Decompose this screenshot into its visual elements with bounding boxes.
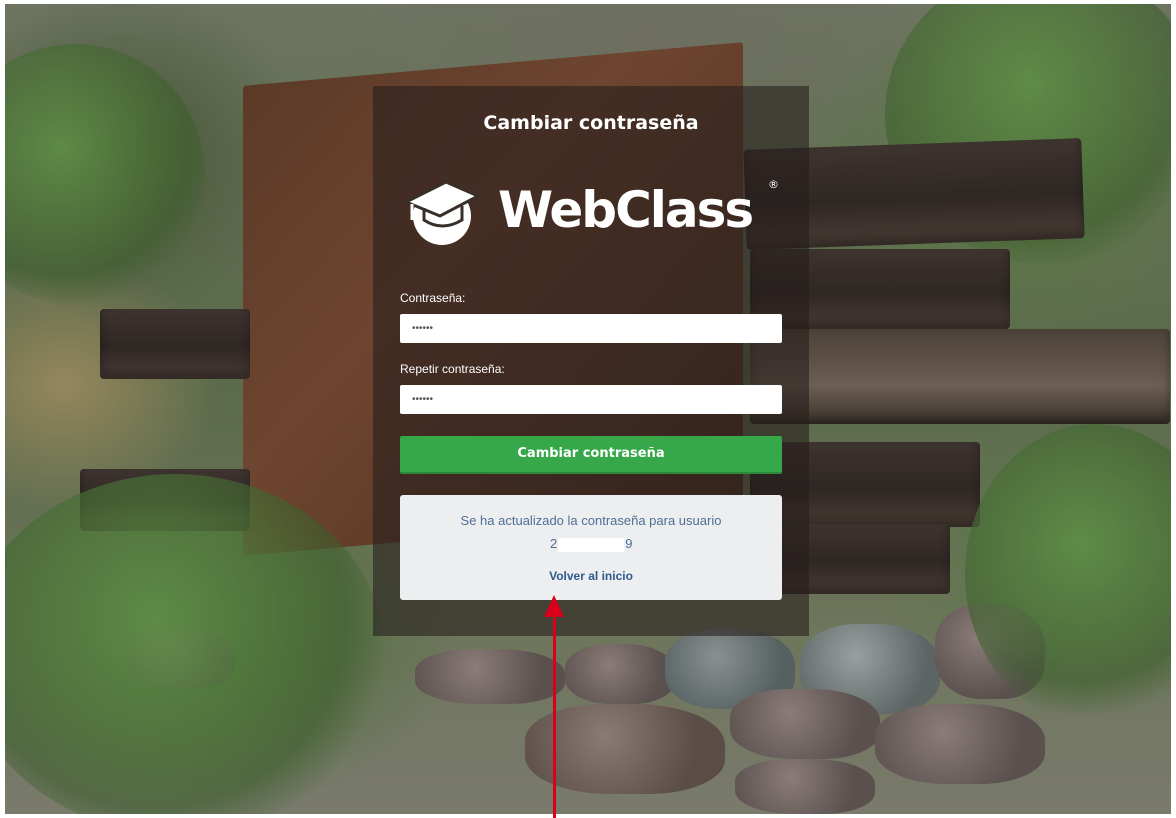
success-message-text: Se ha actualizado la contraseña para usu… — [460, 513, 722, 528]
stone — [730, 689, 880, 759]
password-label: Contraseña: — [400, 291, 466, 305]
back-to-home-link[interactable]: Volver al inicio — [400, 569, 782, 583]
repeat-password-label: Repetir contraseña: — [400, 362, 505, 376]
foliage — [5, 44, 205, 304]
webclass-logo: WebClass ® — [404, 176, 784, 246]
username-value: 29 — [550, 536, 632, 552]
username-prefix: 2 — [550, 536, 558, 551]
stone — [565, 644, 675, 704]
registered-mark: ® — [768, 178, 779, 191]
logo-text: WebClass — [498, 181, 754, 239]
red-arrow-shaft — [553, 610, 556, 818]
repeat-password-field[interactable]: •••••• — [400, 385, 782, 414]
wood-plank — [750, 329, 1170, 424]
username-suffix: 9 — [625, 536, 633, 551]
stone — [875, 704, 1045, 784]
password-field[interactable]: •••••• — [400, 314, 782, 343]
redaction-mask — [558, 537, 625, 552]
page-title: Cambiar contraseña — [483, 112, 699, 134]
graduation-cap-icon — [404, 180, 480, 245]
stone — [735, 759, 875, 814]
wood-plank — [100, 309, 250, 379]
change-password-button[interactable]: Cambiar contraseña — [400, 436, 782, 472]
stone — [415, 649, 565, 704]
success-message-box: Se ha actualizado la contraseña para usu… — [400, 495, 782, 600]
